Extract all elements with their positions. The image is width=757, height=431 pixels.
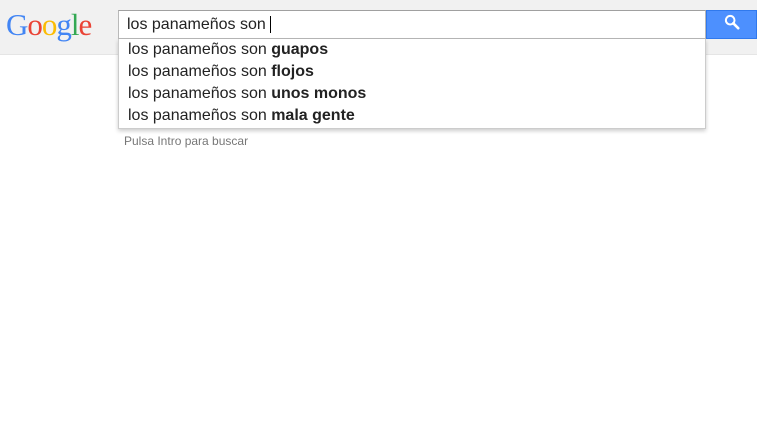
suggestion-completion: unos monos	[271, 85, 367, 102]
search-input[interactable]: los panameños son	[118, 10, 706, 39]
suggestion-item[interactable]: los panameños son unos monos	[119, 83, 705, 105]
google-logo[interactable]: Google	[6, 7, 93, 43]
logo-letter: l	[70, 7, 80, 42]
search-button[interactable]	[706, 10, 757, 39]
autocomplete-dropdown: los panameños son guapos los panameños s…	[118, 39, 706, 129]
suggestion-completion: mala gente	[271, 107, 355, 124]
press-enter-hint: Pulsa Intro para buscar	[124, 134, 249, 148]
search-query-text: los panameños son	[127, 15, 271, 33]
suggestion-item[interactable]: los panameños son mala gente	[119, 105, 705, 127]
logo-letter: o	[27, 7, 42, 42]
suggestion-prefix: los panameños son	[128, 107, 272, 124]
logo-letter: G	[6, 7, 28, 42]
text-caret	[270, 16, 272, 33]
search-icon	[724, 14, 740, 35]
suggestion-completion: flojos	[271, 63, 314, 80]
suggestion-prefix: los panameños son	[128, 63, 272, 80]
suggestion-prefix: los panameños son	[128, 41, 272, 58]
suggestion-completion: guapos	[271, 41, 329, 58]
suggestion-item[interactable]: los panameños son flojos	[119, 61, 705, 83]
suggestion-prefix: los panameños son	[128, 85, 272, 102]
logo-letter: g	[56, 7, 71, 42]
suggestion-item[interactable]: los panameños son guapos	[119, 39, 705, 61]
logo-letter: e	[78, 7, 93, 42]
logo-letter: o	[41, 7, 57, 42]
